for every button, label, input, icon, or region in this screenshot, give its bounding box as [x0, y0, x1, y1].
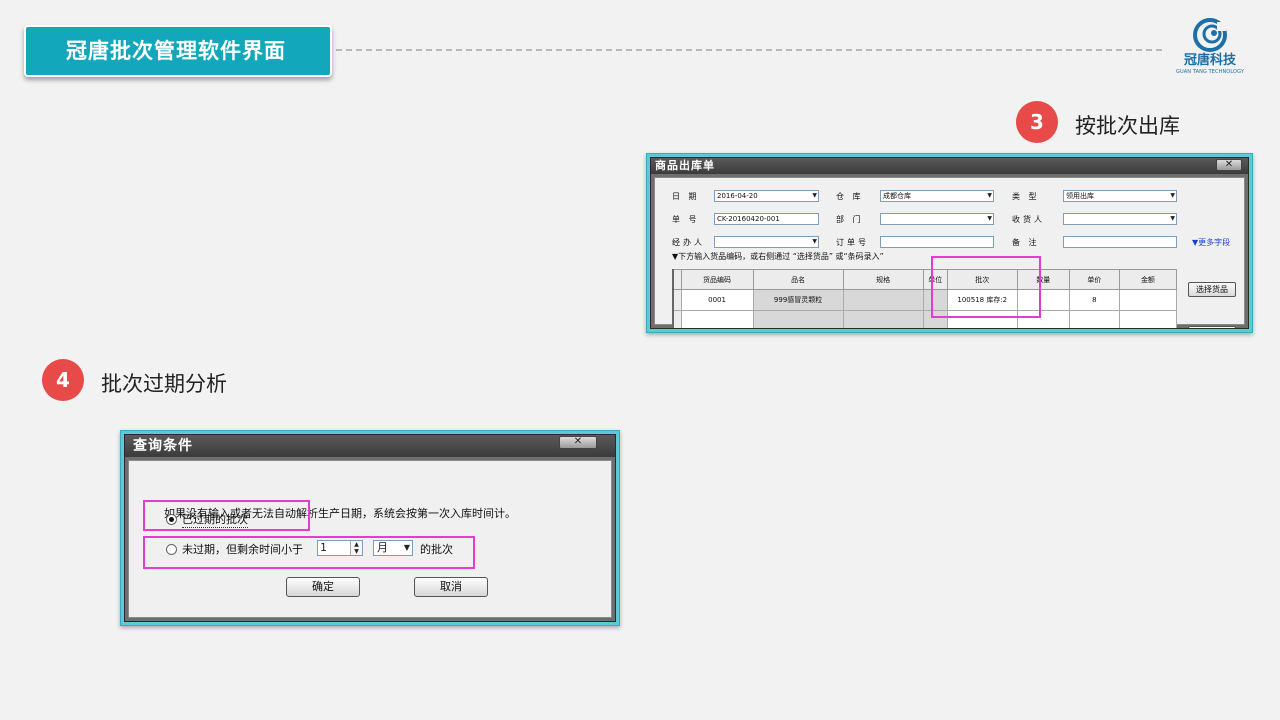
order-no-value: CK-20160420-001: [717, 215, 780, 223]
header-divider: [336, 49, 1162, 51]
table-cell[interactable]: 0001: [680, 289, 754, 311]
col-header: 单价: [1068, 269, 1120, 290]
step-3-badge: 3: [1016, 101, 1058, 143]
order-no-field[interactable]: CK-20160420-001: [714, 213, 819, 225]
chevron-down-icon[interactable]: ▼: [1170, 214, 1175, 224]
remark-label: 备 注: [1012, 238, 1040, 247]
step-3-label: 按批次出库: [1075, 114, 1180, 138]
row-header-cell: [672, 289, 682, 311]
barcode-button-partial[interactable]: [1188, 326, 1236, 328]
col-header: 品名: [752, 269, 844, 290]
chevron-down-icon[interactable]: ▼: [987, 191, 992, 201]
chevron-down-icon[interactable]: ▼: [812, 237, 817, 247]
select-goods-button[interactable]: 选择货品: [1188, 282, 1236, 297]
table-cell[interactable]: [752, 310, 844, 328]
warehouse-select[interactable]: 成都仓库 ▼: [880, 190, 994, 202]
warehouse-label: 仓 库: [836, 192, 864, 201]
table-cell[interactable]: [1118, 310, 1178, 328]
warehouse-value: 成都仓库: [883, 192, 911, 200]
logo-english-name: GUAN TANG TECHNOLOGY: [1176, 69, 1244, 75]
po-label: 订单号: [836, 238, 869, 247]
outbound-window-title: 商品出库单: [651, 158, 1248, 174]
table-cell[interactable]: 999感冒灵颗粒: [752, 289, 844, 311]
cancel-button[interactable]: 取消: [414, 577, 488, 597]
batch-column-highlight: [931, 256, 1041, 318]
slide-title: 冠唐批次管理软件界面: [24, 25, 332, 77]
col-header: 金额: [1118, 269, 1178, 290]
query-window-title: 查询条件: [125, 435, 615, 457]
receiver-select[interactable]: ▼: [1063, 213, 1177, 225]
table-header-row: 货品编码 品名 规格 单位 批次 数量 单价 金额: [672, 269, 1178, 290]
date-label: 日 期: [672, 192, 700, 201]
table-row[interactable]: 0001 999感冒灵颗粒 100518 库存:2 8: [672, 289, 1178, 311]
row-header-cell: [672, 310, 682, 328]
table-cell[interactable]: [680, 310, 754, 328]
chevron-down-icon[interactable]: ▼: [812, 191, 817, 201]
close-icon[interactable]: ✕: [1216, 159, 1242, 171]
col-header: 规格: [842, 269, 924, 290]
type-value: 领用出库: [1066, 192, 1094, 200]
table-cell[interactable]: [842, 310, 924, 328]
expired-option-highlight: [143, 500, 310, 531]
chevron-down-icon[interactable]: ▼: [1170, 191, 1175, 201]
receiver-label: 收货人: [1012, 215, 1045, 224]
date-value: 2016-04-20: [717, 192, 758, 200]
close-icon[interactable]: ✕: [559, 436, 597, 449]
type-label: 类 型: [1012, 192, 1040, 201]
not-expired-option-highlight: [143, 536, 475, 569]
type-select[interactable]: 领用出库 ▼: [1063, 190, 1177, 202]
remark-field[interactable]: [1063, 236, 1177, 248]
table-cell[interactable]: 8: [1068, 289, 1120, 311]
table-cell[interactable]: [1118, 289, 1178, 311]
table-row[interactable]: [672, 310, 1178, 328]
step-4-badge: 4: [42, 359, 84, 401]
po-field[interactable]: [880, 236, 994, 248]
handler-select[interactable]: ▼: [714, 236, 819, 248]
goods-table: 货品编码 品名 规格 单位 批次 数量 单价 金额 0001 999感冒灵颗粒: [672, 269, 1178, 328]
company-logo: 冠唐科技 GUAN TANG TECHNOLOGY: [1170, 18, 1250, 84]
input-hint: ▼下方输入货品编码，或右侧通过 “选择货品” 或“条码录入”: [672, 252, 884, 261]
logo-chinese-name: 冠唐科技: [1183, 53, 1236, 68]
step-4-label: 批次过期分析: [101, 372, 227, 396]
table-cell[interactable]: [1068, 310, 1120, 328]
order-no-label: 单 号: [672, 215, 700, 224]
more-fields-link[interactable]: ▼更多字段: [1192, 237, 1230, 248]
ok-button[interactable]: 确定: [286, 577, 360, 597]
row-header-cell: [672, 269, 682, 290]
date-field[interactable]: 2016-04-20 ▼: [714, 190, 819, 202]
dept-select[interactable]: ▼: [880, 213, 994, 225]
col-header: 货品编码: [680, 269, 754, 290]
chevron-down-icon[interactable]: ▼: [987, 214, 992, 224]
handler-label: 经办人: [672, 238, 705, 247]
dept-label: 部 门: [836, 215, 864, 224]
table-cell[interactable]: [842, 289, 924, 311]
logo-swirl-icon: [1193, 18, 1227, 52]
